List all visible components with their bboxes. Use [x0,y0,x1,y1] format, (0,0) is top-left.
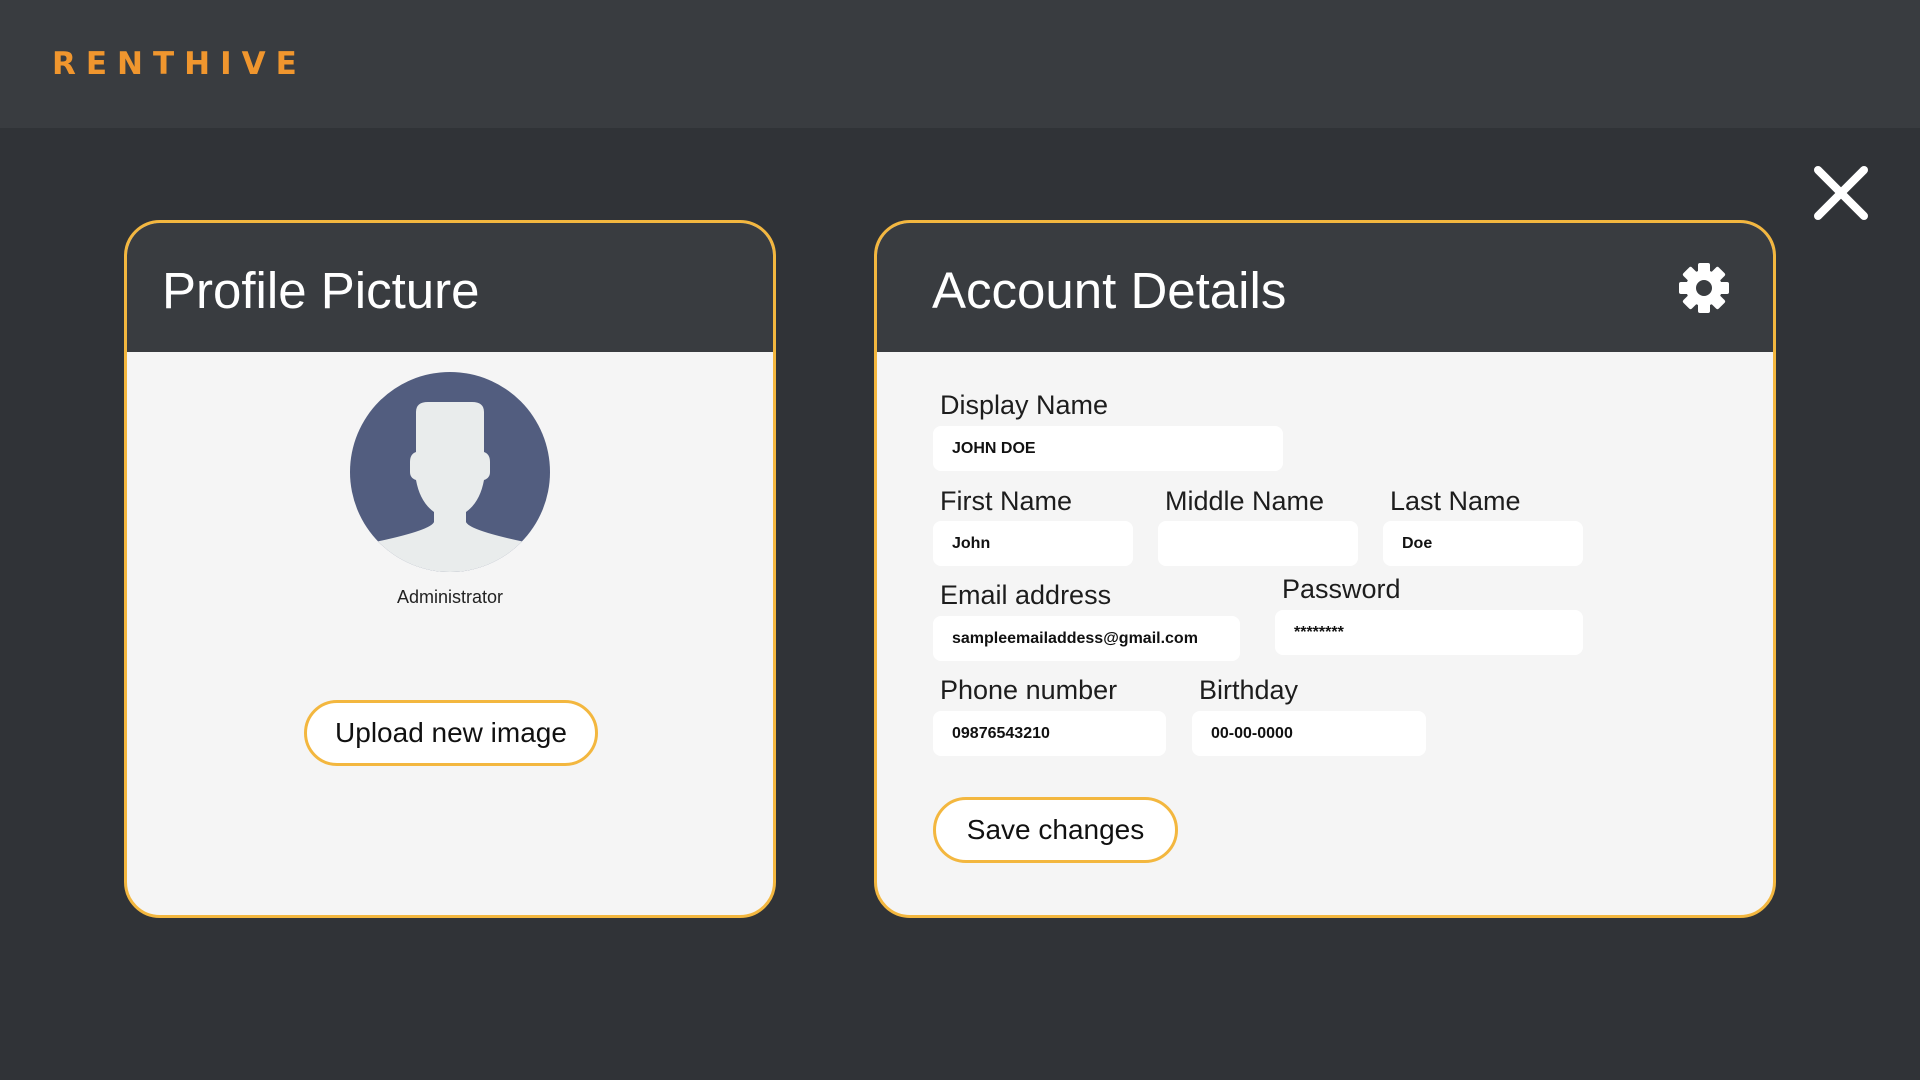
first-name-label: First Name [940,486,1073,516]
top-bar: RENTHIVE [0,0,1920,128]
display-name-field[interactable] [933,426,1283,471]
user-avatar-icon [350,372,550,572]
profile-card-header: Profile Picture [127,223,773,352]
gear-icon [1679,263,1729,313]
password-label: Password [1282,574,1401,604]
birthday-label: Birthday [1199,675,1299,705]
email-field[interactable] [933,616,1240,661]
last-name-field[interactable] [1383,521,1583,566]
middle-name-label: Middle Name [1165,486,1325,516]
birthday-field[interactable] [1192,711,1426,756]
account-card-header: Account Details [877,223,1773,352]
password-field[interactable] [1275,610,1583,655]
display-name-label: Display Name [940,390,1109,420]
middle-name-field[interactable] [1158,521,1358,566]
save-changes-button[interactable]: Save changes [933,797,1178,863]
first-name-field[interactable] [933,521,1133,566]
upload-image-button[interactable]: Upload new image [304,700,598,766]
phone-field[interactable] [933,711,1166,756]
settings-button[interactable] [1677,261,1731,315]
last-name-label: Last Name [1390,486,1521,516]
profile-card-title: Profile Picture [162,262,480,319]
app-logo[interactable]: RENTHIVE [52,46,307,82]
phone-label: Phone number [940,675,1118,705]
email-label: Email address [940,580,1112,610]
close-button[interactable] [1810,162,1872,224]
profile-picture-card: Profile Picture Administrator Upload new… [124,220,776,918]
close-icon [1814,166,1868,220]
account-details-card: Account Details Display Name First Nam [874,220,1776,918]
user-role-label: Administrator [396,587,504,607]
account-card-title: Account Details [932,262,1287,319]
